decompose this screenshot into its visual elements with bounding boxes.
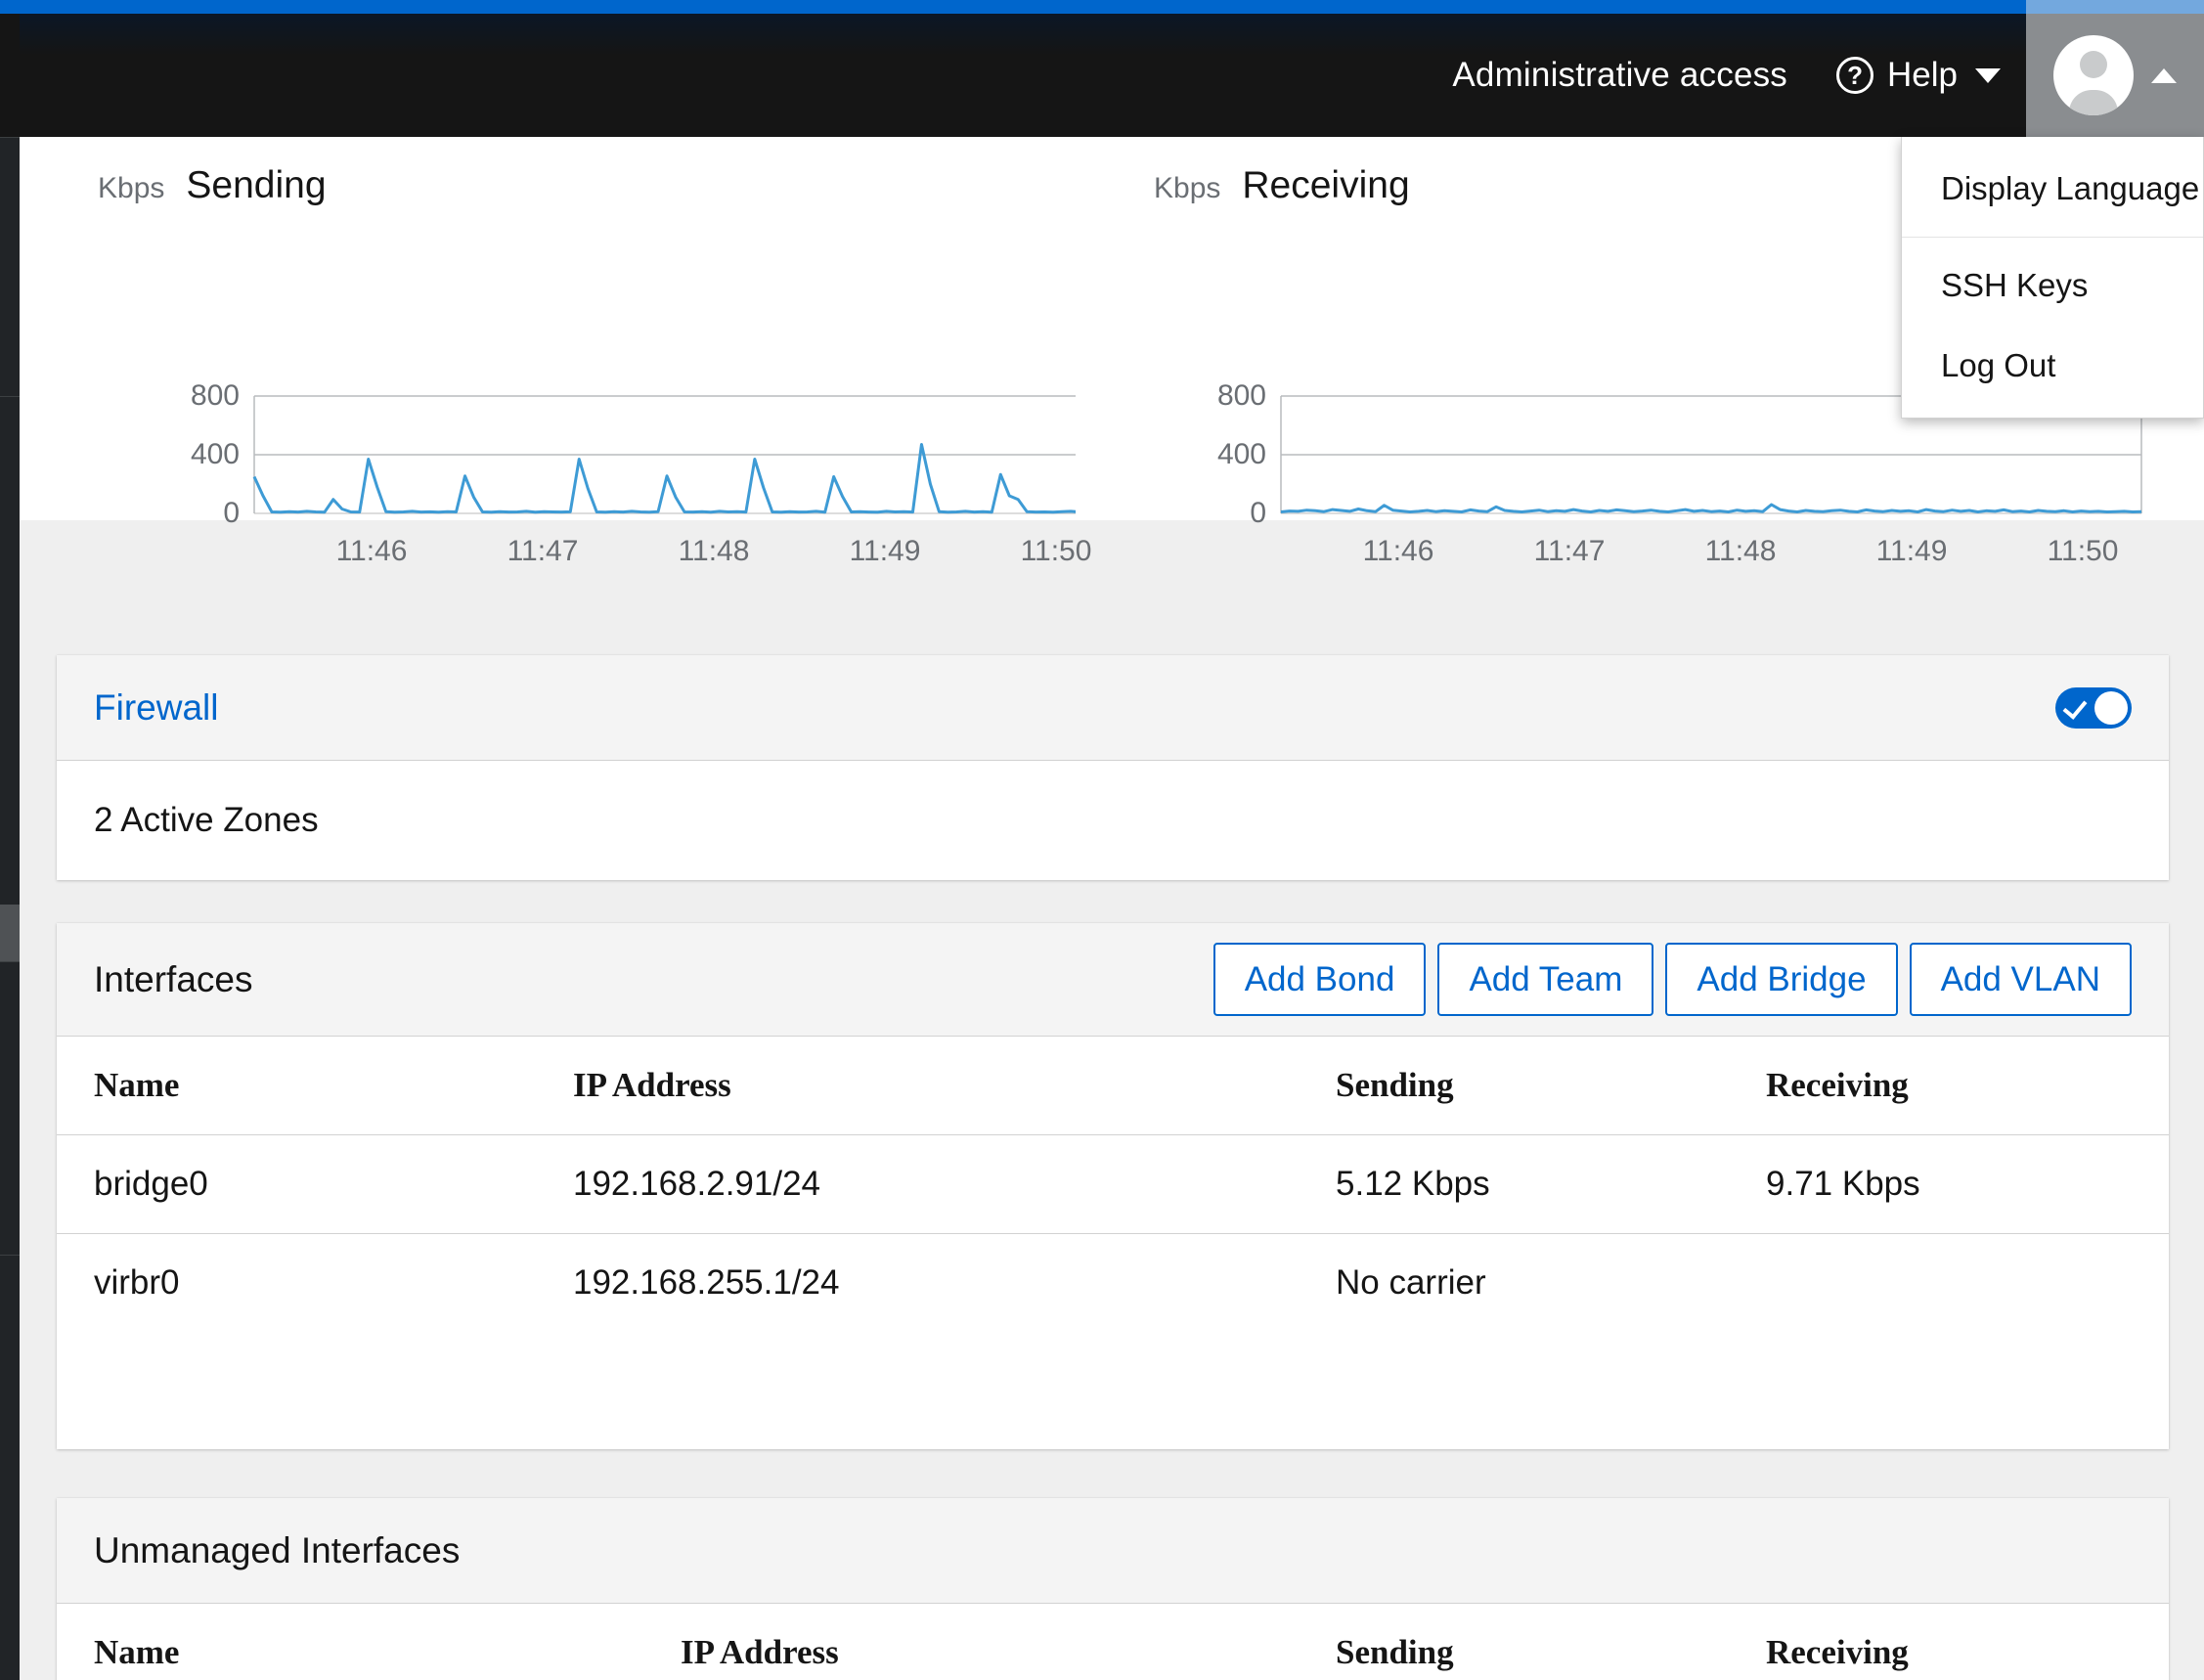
firewall-title-link[interactable]: Firewall <box>94 687 218 729</box>
firewall-active-zones-row[interactable]: 2 Active Zones <box>57 761 2169 879</box>
interfaces-title: Interfaces <box>94 958 253 999</box>
interfaces-card: Interfaces Add Bond Add Team Add Bridge … <box>57 923 2169 1449</box>
chart-series-line <box>1280 503 2142 513</box>
chevron-down-icon <box>1975 67 2001 83</box>
sidebar-accent-strip <box>0 0 20 14</box>
x-axis-tick-label: 11:46 <box>1362 535 1434 567</box>
page-root: Administrative access ? Help Display Lan… <box>0 0 2204 1680</box>
cell-ip: 192.168.255.1/24 <box>573 1263 840 1302</box>
help-menu-button[interactable]: ? Help <box>1811 14 2026 137</box>
firewall-active-zones-label: 2 Active Zones <box>94 800 319 839</box>
column-header-name: Name <box>57 1604 643 1680</box>
table-row[interactable]: bridge0 192.168.2.91/24 5.12 Kbps 9.71 K… <box>57 1134 2169 1234</box>
chart-sending: Kbps Sending 0 400 800 11:46 11:47 11:48 11:49… <box>20 137 1091 567</box>
firewall-card-header: Firewall <box>57 655 2169 761</box>
unmanaged-interfaces-table: Name IP Address Sending Receiving virbr0… <box>57 1604 2169 1680</box>
column-header-ip: IP Address <box>643 1604 1299 1680</box>
cell-name: bridge0 <box>57 1134 536 1234</box>
check-icon <box>2062 693 2088 720</box>
top-navigation-bar: Administrative access ? Help <box>20 0 2204 137</box>
help-label: Help <box>1887 56 1958 94</box>
menu-item-log-out[interactable]: Log Out <box>1902 326 2203 406</box>
table-row[interactable]: virbr0 192.168.255.1/24 No carrier <box>57 1234 2169 1333</box>
menu-item-display-language[interactable]: Display Language <box>1902 149 2203 229</box>
page-content: Firewall 2 Active Zones Interfaces Add B… <box>20 520 2204 1680</box>
user-dropdown-menu: Display Language SSH Keys Log Out <box>1901 137 2204 419</box>
menu-divider <box>1902 237 2203 238</box>
sidebar-item-1[interactable] <box>0 137 20 396</box>
interfaces-table-header-row: Name IP Address Sending Receiving <box>57 1037 2169 1135</box>
firewall-card: Firewall 2 Active Zones <box>57 655 2169 880</box>
firewall-toggle-switch[interactable] <box>2055 686 2132 729</box>
sidebar-item-5[interactable] <box>0 1255 20 1680</box>
x-axis-tick-label: 11:48 <box>678 535 750 567</box>
y-axis-tick-label: 800 <box>190 379 240 412</box>
chart-sending-plot: 0 400 800 11:46 11:47 11:48 11:49 11:50 <box>20 137 1091 567</box>
y-axis-tick-label: 800 <box>1216 379 1266 412</box>
column-header-ip: IP Address <box>536 1037 1299 1135</box>
sidebar-item-2[interactable] <box>0 396 20 905</box>
administrative-access-button[interactable]: Administrative access <box>1429 14 1811 137</box>
sidebar-header <box>0 14 20 137</box>
topbar-actions: Administrative access ? Help <box>1429 14 2026 137</box>
y-axis-tick-label: 400 <box>1216 438 1266 470</box>
unmanaged-card-header: Unmanaged Interfaces <box>57 1498 2169 1604</box>
menu-item-ssh-keys[interactable]: SSH Keys <box>1902 245 2203 326</box>
sidebar <box>0 0 20 1680</box>
unmanaged-title: Unmanaged Interfaces <box>94 1529 461 1570</box>
interfaces-card-header: Interfaces Add Bond Add Team Add Bridge … <box>57 923 2169 1037</box>
x-axis-tick-label: 11:48 <box>1704 535 1777 567</box>
avatar-head <box>2080 51 2107 78</box>
cell-name: virbr0 <box>94 1263 180 1302</box>
y-axis-tick-label: 0 <box>1250 497 1266 529</box>
user-avatar-icon <box>2053 35 2134 115</box>
topbar-accent-strip-highlight <box>2026 0 2204 14</box>
add-bridge-button[interactable]: Add Bridge <box>1665 942 1898 1017</box>
interfaces-actions: Add Bond Add Team Add Bridge Add VLAN <box>1212 942 2132 1017</box>
cell-receiving: 9.71 Kbps <box>1729 1134 2169 1234</box>
column-header-receiving: Receiving <box>1729 1037 2169 1135</box>
column-header-receiving: Receiving <box>1729 1604 2169 1680</box>
y-axis-tick-label: 0 <box>223 497 240 529</box>
add-team-button[interactable]: Add Team <box>1437 942 1654 1017</box>
unmanaged-table-header-row: Name IP Address Sending Receiving <box>57 1604 2169 1680</box>
toggle-knob <box>2094 690 2128 725</box>
x-axis-tick-label: 11:49 <box>1875 535 1948 567</box>
x-axis-tick-label: 11:49 <box>849 535 921 567</box>
network-traffic-charts: Kbps Sending 0 400 800 11:46 11:47 11:48 11:49… <box>20 137 2204 567</box>
y-axis-tick-label: 400 <box>190 438 240 470</box>
add-bond-button[interactable]: Add Bond <box>1212 942 1427 1017</box>
x-axis-tick-label: 11:50 <box>1020 535 1092 567</box>
topbar-accent-strip <box>20 0 2204 14</box>
sidebar-item-4[interactable] <box>0 961 20 1255</box>
column-header-name: Name <box>57 1037 536 1135</box>
column-header-sending: Sending <box>1299 1037 1729 1135</box>
x-axis-tick-label: 11:47 <box>507 535 579 567</box>
interfaces-table: Name IP Address Sending Receiving bridge… <box>57 1037 2169 1332</box>
question-circle-icon: ? <box>1836 57 1874 94</box>
x-axis-tick-label: 11:46 <box>335 535 408 567</box>
cell-ip: 192.168.2.91/24 <box>536 1134 1299 1234</box>
x-axis-tick-label: 11:50 <box>2047 535 2119 567</box>
user-menu-button[interactable] <box>2026 14 2204 137</box>
chevron-up-icon <box>2151 67 2177 83</box>
sidebar-item-networking[interactable] <box>0 905 20 961</box>
avatar-body <box>2069 90 2118 115</box>
column-header-sending: Sending <box>1299 1604 1729 1680</box>
unmanaged-interfaces-card: Unmanaged Interfaces Name IP Address Sen… <box>57 1498 2169 1680</box>
cell-sending: 5.12 Kbps <box>1299 1134 1729 1234</box>
add-vlan-button[interactable]: Add VLAN <box>1909 942 2132 1017</box>
x-axis-tick-label: 11:47 <box>1533 535 1606 567</box>
cell-sending: No carrier <box>1336 1263 1486 1302</box>
cell-receiving <box>1729 1234 2169 1333</box>
